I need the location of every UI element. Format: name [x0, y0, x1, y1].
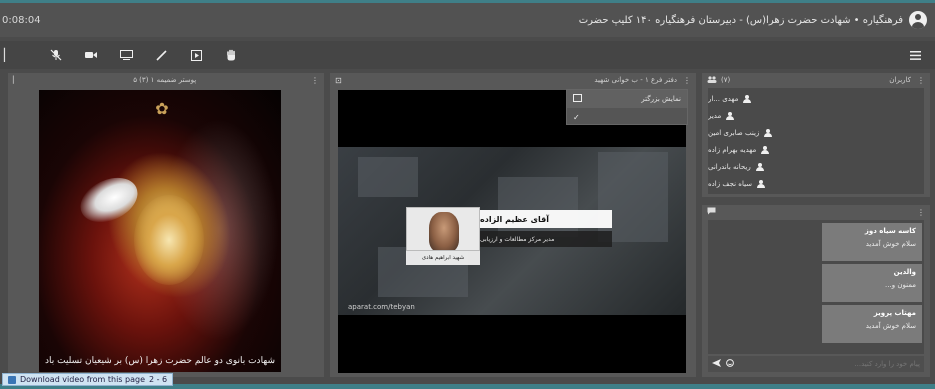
kebab-menu-icon[interactable]: ⋮ [917, 76, 925, 85]
dropdown-item-check[interactable]: ✓ [567, 108, 687, 126]
speaker-role: مدیر مرکز مطالعات و ارزیابی [480, 231, 612, 247]
send-icon[interactable] [712, 359, 721, 369]
meeting-title: فرهنگیاره • شهادت حضرت زهرا(س) - دبیرستا… [578, 14, 903, 26]
users-panel-header: (۷) کاربران ⋮ [702, 73, 930, 87]
kebab-menu-icon[interactable]: ⋮ [311, 76, 319, 85]
list-item[interactable]: زینب صابری امین [708, 124, 916, 141]
video-options-dropdown: نمایش بزرگتر ✓ [566, 89, 688, 125]
message-author: مهتاب پرویز [873, 309, 916, 317]
users-panel-header-left: (۷) [707, 75, 731, 85]
video-player[interactable]: آقای عظیم الزاده مدیر مرکز مطالعات و ارز… [338, 90, 686, 373]
speaker-name: آقای عظیم الزاده [480, 210, 612, 228]
kebab-menu-icon[interactable]: ⋮ [917, 208, 925, 217]
message-author: کاسه سیاه دوز [864, 227, 916, 235]
user-avatar-icon[interactable] [909, 11, 927, 29]
chat-panel: ⋮ کاسه سیاه دوز سلام خوش آمدید والدین مم… [702, 205, 930, 377]
chat-messages: کاسه سیاه دوز سلام خوش آمدید والدین ممنو… [708, 220, 924, 354]
check-icon: ✓ [573, 112, 580, 122]
download-count: 2 - 6 [148, 375, 168, 384]
poster-image: ✿ شهادت بانوی دو عالم حضرت زهرا (س) بر ش… [39, 90, 281, 372]
person-icon [764, 128, 773, 137]
chat-actions [712, 359, 734, 369]
speaker-subtitle: شهید ابراهیم هادی [406, 251, 480, 265]
chat-input-bar [708, 356, 924, 372]
list-item[interactable]: سیاه نجف زاده [708, 175, 916, 192]
download-video-button[interactable]: Download video from this page 2 - 6 [2, 373, 174, 386]
pen-icon[interactable] [149, 45, 173, 65]
poster-panel-title: پوستر ضمیمه ۱ (۳) ۵ [133, 76, 197, 84]
list-item[interactable]: مهدی ...ار [708, 90, 916, 107]
toolbar-buttons [44, 45, 243, 65]
chat-message: کاسه سیاه دوز سلام خوش آمدید [822, 223, 922, 261]
person-icon [761, 145, 770, 154]
hand-icon[interactable] [219, 45, 243, 65]
chat-message: والدین ممنون و... [822, 264, 922, 302]
play-box-icon[interactable] [184, 45, 208, 65]
users-count: (۷) [721, 76, 731, 84]
user-name: ریحانه باندرانی [708, 162, 751, 171]
chat-panel-header: ⋮ [702, 205, 930, 219]
poster-panel-header: ▏ پوستر ضمیمه ۱ (۳) ۵ ⋮ [8, 73, 324, 87]
panel-marker: ▏ [13, 76, 19, 84]
user-name: مهدیه بهرام زاده [708, 145, 757, 154]
video-panel-header-right: دفتر فرع ۱ - ب خوانی شهید ⋮ [594, 76, 691, 85]
users-panel: (۷) کاربران ⋮ مهدی ...ار مدیر زینب صابری… [702, 73, 930, 197]
person-icon [757, 179, 766, 188]
lower-third-caption: آقای عظیم الزاده مدیر مرکز مطالعات و ارز… [406, 207, 612, 267]
chat-bubble-icon [707, 207, 716, 217]
hamburger-menu-icon[interactable] [903, 45, 927, 65]
title-bar-right: فرهنگیاره • شهادت حضرت زهرا(س) - دبیرستا… [579, 11, 927, 29]
list-item[interactable]: مهدیه بهرام زاده [708, 141, 916, 158]
fullscreen-icon [573, 94, 582, 104]
message-text: سلام خوش آمدید [865, 240, 916, 248]
video-watermark-url: aparat.com/tebyan [348, 303, 415, 311]
list-item[interactable]: مدیر [708, 107, 916, 124]
download-label: Download video from this page [20, 375, 145, 384]
meeting-app: 0:08:04 فرهنگیاره • شهادت حضرت زهرا(س) -… [0, 3, 935, 384]
message-text: ممنون و... [885, 281, 916, 289]
users-group-icon [707, 75, 717, 85]
screen-share-icon[interactable] [114, 45, 138, 65]
emoji-icon[interactable] [726, 359, 734, 369]
user-name: مدیر [708, 111, 722, 120]
users-panel-header-right: کاربران ⋮ [889, 76, 925, 85]
user-name: مهدی ...ار [708, 94, 739, 103]
camera-icon[interactable] [79, 45, 103, 65]
mic-off-icon[interactable] [44, 45, 68, 65]
download-icon [8, 375, 16, 384]
video-panel-title: دفتر فرع ۱ - ب خوانی شهید [594, 76, 677, 84]
user-name: سیاه نجف زاده [708, 179, 753, 188]
users-panel-title: کاربران [889, 76, 911, 84]
toolbar: ▏ [0, 41, 935, 69]
kebab-menu-icon[interactable]: ⋮ [683, 76, 691, 85]
title-bar: 0:08:04 فرهنگیاره • شهادت حضرت زهرا(س) -… [0, 3, 935, 37]
chat-message: مهتاب پرویز سلام خوش آمدید [822, 305, 922, 343]
video-panel-header: ⊡ دفتر فرع ۱ - ب خوانی شهید ⋮ [330, 73, 696, 87]
message-text: سلام خوش آمدید [865, 322, 916, 330]
users-list: مهدی ...ار مدیر زینب صابری امین مهدیه به… [708, 88, 924, 194]
list-item[interactable]: ریحانه باندرانی [708, 158, 916, 175]
person-icon [755, 162, 764, 171]
poster-caption: شهادت بانوی دو عالم حضرت زهرا (س) بر شیع… [45, 356, 275, 366]
chat-message-input[interactable] [750, 360, 920, 368]
person-icon [726, 111, 735, 120]
fullscreen-toggle-icon[interactable]: ⊡ [335, 76, 342, 85]
chevron-icon[interactable]: ▏ [0, 48, 14, 62]
dropdown-item-enlarge[interactable]: نمایش بزرگتر [567, 90, 687, 108]
enlarge-label: نمایش بزرگتر [641, 95, 681, 103]
speaker-photo [406, 207, 480, 251]
person-icon [743, 94, 752, 103]
message-author: والدین [893, 268, 916, 276]
poster-calligraphy-glow [134, 195, 204, 285]
video-panel: ⊡ دفتر فرع ۱ - ب خوانی شهید ⋮ آقای عظیم … [330, 73, 696, 377]
user-name: زینب صابری امین [708, 128, 760, 137]
poster-panel: ▏ پوستر ضمیمه ۱ (۳) ۵ ⋮ ✿ شهادت بانوی دو… [8, 73, 324, 377]
emblem-icon: ✿ [155, 99, 169, 118]
session-timer: 0:08:04 [2, 14, 41, 26]
